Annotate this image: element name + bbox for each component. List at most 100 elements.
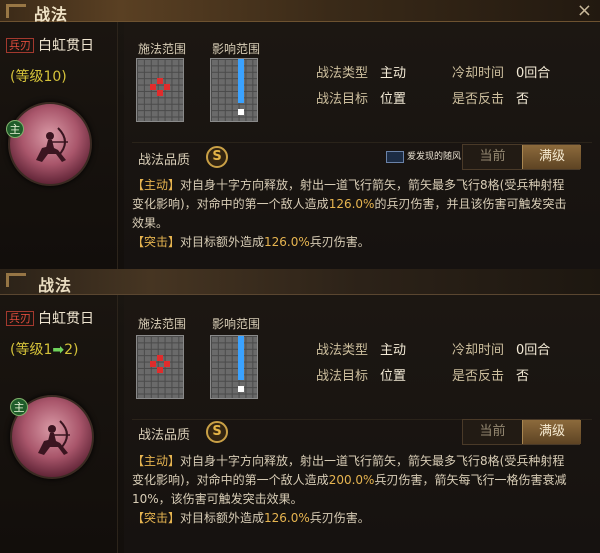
cooldown: 冷却时间 0回合: [452, 62, 550, 81]
faction-badge: 主: [6, 120, 24, 138]
active-damage-value: 200.0%: [328, 473, 375, 487]
counterattack: 是否反击否: [452, 88, 529, 107]
origin-cell: [238, 386, 244, 392]
assault-effect: 【突击】对目标额外造成126.0%兵刃伤害。: [132, 233, 576, 252]
range-cell: [157, 367, 163, 373]
range-cell: [164, 361, 170, 367]
skill-target-label: 战法目标: [316, 92, 369, 107]
watermark-text: 爱发现的随风: [407, 152, 462, 162]
counterattack-value: 否: [516, 369, 530, 384]
effect-range-label: 影响范围: [212, 317, 261, 331]
watermark-logo-icon: [386, 150, 404, 163]
skill-panel-current: 战法 × 兵刃 白虹贯日 (等级10) 主 施法范围 影响范围 战法类型 主动 …: [0, 0, 600, 269]
skill-details: 施法范围 影响范围 战法类型 主动 冷却时间 0回合 战法目标 位置 是否反击否 战法…: [124, 295, 600, 553]
skill-target-label: 战法目标: [316, 369, 369, 384]
skill-type-label: 战法类型: [316, 343, 369, 358]
skill-level: (等级1➡2): [10, 339, 79, 359]
quality-grade-icon: S: [206, 421, 228, 443]
skill-name: 白虹贯日: [38, 38, 94, 54]
assault-text-1: 对目标额外造成: [180, 235, 265, 249]
general-portrait: [8, 102, 92, 186]
assault-text-2: 兵刃伤害。: [309, 235, 370, 249]
close-icon[interactable]: ×: [577, 0, 592, 21]
cast-range-grid: [136, 58, 184, 122]
quality-label: 战法品质: [138, 428, 191, 443]
range-cell: [157, 355, 163, 361]
cooldown-label: 冷却时间: [452, 343, 505, 358]
cast-range-label: 施法范围: [138, 42, 187, 56]
tab-current[interactable]: 当前: [463, 420, 522, 444]
counterattack-label: 是否反击: [452, 92, 505, 107]
counterattack-value: 否: [516, 92, 530, 107]
assault-damage-value: 126.0%: [264, 511, 310, 525]
active-keyword: 【主动】: [132, 178, 181, 192]
skill-details: 施法范围 影响范围 战法类型 主动 冷却时间 0回合 战法目标 位置 是否反击否 战法…: [124, 22, 600, 269]
tab-max-level[interactable]: 满级: [522, 420, 581, 444]
damage-type-tag: 兵刃: [6, 311, 34, 326]
archer-rider-icon: [36, 127, 68, 162]
tab-max-level[interactable]: 满级: [522, 145, 581, 169]
origin-cell: [238, 109, 244, 115]
skill-level: (等级10): [10, 66, 67, 86]
assault-text-2: 兵刃伤害。: [309, 511, 370, 525]
assault-keyword: 【突击】: [132, 511, 181, 525]
level-prefix: (等级: [10, 69, 44, 85]
assault-effect: 【突击】对目标额外造成126.0%兵刃伤害。: [132, 509, 576, 528]
assault-keyword: 【突击】: [132, 235, 181, 249]
range-cell: [157, 78, 163, 84]
damage-type-tag: 兵刃: [6, 38, 34, 53]
cooldown-value: 0回合: [516, 66, 551, 81]
active-effect: 【主动】对自身十字方向释放，射出一道飞行箭矢，箭矢最多飞行8格(受兵种射程变化影…: [132, 176, 576, 233]
watermark: 爱发现的随风: [386, 149, 461, 163]
effect-range-grid: [210, 58, 258, 122]
assault-damage-value: 126.0%: [264, 235, 310, 249]
archer-rider-icon: [38, 420, 70, 455]
title-bar: 战法 ×: [0, 0, 600, 24]
skill-sidebar: 兵刃 白虹贯日 (等级10) 主: [0, 22, 118, 269]
skill-target-value: 位置: [380, 369, 407, 384]
skill-description: 【主动】对自身十字方向释放，射出一道飞行箭矢，箭矢最多飞行8格(受兵种射程变化影…: [132, 452, 576, 528]
faction-badge: 主: [10, 398, 28, 416]
tab-current[interactable]: 当前: [463, 145, 522, 169]
panel-title: 战法: [38, 276, 73, 295]
effect-line: [238, 59, 244, 103]
active-effect: 【主动】对自身十字方向释放，射出一道飞行箭矢，箭矢最多飞行8格(受兵种射程变化影…: [132, 452, 576, 509]
skill-panel-upgrade: 战法 兵刃 白虹贯日 (等级1➡2) 主 施法范围 影响范围 战法类型 主动 冷…: [0, 269, 600, 553]
skill-target: 战法目标 位置: [316, 88, 406, 107]
counterattack: 是否反击否: [452, 365, 529, 384]
effect-line: [238, 336, 244, 380]
cooldown-label: 冷却时间: [452, 66, 505, 81]
level-toggle: 当前 满级: [462, 144, 581, 170]
range-cell: [164, 84, 170, 90]
cast-range-grid: [136, 335, 184, 399]
skill-type: 战法类型 主动: [316, 339, 406, 358]
skill-description: 【主动】对自身十字方向释放，射出一道飞行箭矢，箭矢最多飞行8格(受兵种射程变化影…: [132, 176, 576, 252]
skill-type-value: 主动: [380, 343, 407, 358]
range-cell: [150, 361, 156, 367]
skill-sidebar: 兵刃 白虹贯日 (等级1➡2) 主: [0, 295, 118, 553]
assault-text-1: 对目标额外造成: [180, 511, 265, 525]
level-to: 2: [64, 342, 74, 358]
skill-target: 战法目标 位置: [316, 365, 406, 384]
title-ornament-icon: [6, 273, 26, 287]
skill-type-value: 主动: [380, 66, 407, 81]
cast-range-label: 施法范围: [138, 317, 187, 331]
cooldown-value: 0回合: [516, 343, 551, 358]
active-damage-value: 126.0%: [328, 197, 375, 211]
title-ornament-icon: [6, 4, 26, 18]
cooldown: 冷却时间 0回合: [452, 339, 550, 358]
skill-name: 白虹贯日: [38, 311, 94, 327]
level-toggle: 当前 满级: [462, 419, 581, 445]
divider: [132, 142, 592, 143]
active-keyword: 【主动】: [132, 454, 181, 468]
quality-grade-icon: S: [206, 146, 228, 168]
skill-type: 战法类型 主动: [316, 62, 406, 81]
level-value: 10: [43, 69, 62, 85]
range-cell: [150, 84, 156, 90]
range-cell: [157, 90, 163, 96]
effect-range-grid: [210, 335, 258, 399]
title-bar: 战法: [0, 269, 600, 295]
counterattack-label: 是否反击: [452, 369, 505, 384]
level-up-arrow-icon: ➡: [52, 342, 65, 358]
skill-type-label: 战法类型: [316, 66, 369, 81]
